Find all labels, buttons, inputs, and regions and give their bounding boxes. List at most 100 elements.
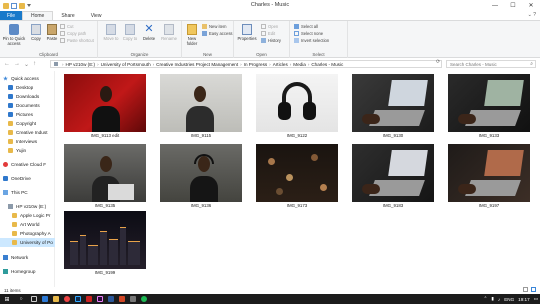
breadcrumb-university[interactable]: University of Portsmouth: [101, 62, 151, 67]
file-thumbnail[interactable]: IMG_9199: [64, 211, 146, 277]
close-button[interactable]: ✕: [522, 0, 540, 11]
paste-shortcut-button[interactable]: Paste shortcut: [60, 38, 94, 43]
cut-button[interactable]: Cut: [60, 24, 74, 29]
forward-arrow-icon[interactable]: →: [14, 61, 20, 68]
search-input[interactable]: [450, 61, 525, 67]
language-indicator[interactable]: ENG: [504, 297, 514, 302]
breadcrumb-creative-industries[interactable]: Creative Industries Project Management: [156, 62, 238, 67]
sidebar-item[interactable]: Documents: [0, 101, 55, 110]
sidebar-item[interactable]: Downloads: [0, 92, 55, 101]
sidebar-item[interactable]: Homegroup: [0, 267, 55, 276]
task-view-icon[interactable]: [28, 294, 39, 304]
folder-icon: [3, 2, 9, 9]
sidebar-item[interactable]: Quick access: [0, 74, 55, 83]
recent-chevron-icon[interactable]: ⌄: [24, 61, 29, 68]
copy-button[interactable]: Copy: [29, 24, 43, 41]
breadcrumb-in-progress[interactable]: In Progress: [244, 62, 268, 67]
premiere-icon[interactable]: [94, 294, 105, 304]
copy-to-button[interactable]: Copy to: [122, 24, 138, 41]
edge-icon[interactable]: [39, 294, 50, 304]
maximize-button[interactable]: ☐: [504, 0, 522, 11]
sidebar-item[interactable]: Copyright: [0, 119, 55, 128]
sidebar-item[interactable]: This PC: [0, 188, 55, 197]
file-thumbnail[interactable]: IMG_9133: [448, 74, 530, 140]
acrobat-icon[interactable]: [83, 294, 94, 304]
edit-button[interactable]: Edit: [261, 31, 275, 36]
minimize-button[interactable]: —: [486, 0, 504, 11]
clock[interactable]: 19:17: [518, 297, 530, 302]
select-all-button[interactable]: Select all: [294, 24, 318, 29]
sidebar-item[interactable]: Pictures: [0, 110, 55, 119]
sidebar-item[interactable]: Art World: [0, 220, 55, 229]
file-explorer-icon[interactable]: [50, 294, 61, 304]
open-button[interactable]: Open: [261, 24, 278, 29]
tab-share[interactable]: Share: [53, 11, 82, 20]
select-none-button[interactable]: Select none: [294, 31, 323, 36]
pin-quick-access-button[interactable]: Pin to Quick access: [2, 24, 26, 46]
breadcrumb-articles[interactable]: Articles: [273, 62, 288, 67]
powerpoint-icon[interactable]: [116, 294, 127, 304]
tab-file[interactable]: File: [0, 11, 22, 20]
chrome-icon[interactable]: [61, 294, 72, 304]
refresh-icon[interactable]: ⟳: [436, 59, 440, 65]
customize-toolbar-chevron-icon[interactable]: [27, 4, 31, 7]
new-folder-quick-icon[interactable]: [19, 2, 25, 9]
start-icon[interactable]: ⊞: [0, 294, 14, 304]
paste-button[interactable]: Paste: [45, 24, 59, 41]
sidebar-item[interactable]: Desktop: [0, 83, 55, 92]
sidebar-item[interactable]: Interviews: [0, 137, 55, 146]
back-arrow-icon[interactable]: ←: [4, 61, 10, 68]
details-view-icon[interactable]: [523, 287, 528, 292]
sidebar-item[interactable]: Network: [0, 253, 55, 262]
up-arrow-icon[interactable]: ↑: [33, 61, 36, 68]
copy-path-button[interactable]: Copy path: [60, 31, 86, 36]
search-box[interactable]: ⌕: [446, 60, 536, 68]
file-thumbnail[interactable]: IMG_9122: [256, 74, 338, 140]
file-thumbnail[interactable]: IMG_9115: [160, 74, 242, 140]
sidebar-item[interactable]: OneDrive: [0, 174, 55, 183]
taskbar-search-icon[interactable]: ○: [14, 294, 28, 304]
invert-selection-button[interactable]: Invert selection: [294, 38, 329, 43]
rename-button[interactable]: Rename: [160, 24, 178, 41]
history-button[interactable]: History: [261, 38, 281, 43]
file-thumbnail[interactable]: IMG_9135: [64, 144, 146, 210]
sidebar-item[interactable]: Creative Cloud F: [0, 160, 55, 169]
file-thumbnail[interactable]: IMG_9113 edit: [64, 74, 146, 140]
new-folder-button[interactable]: New folder: [184, 24, 200, 46]
tab-view[interactable]: View: [83, 11, 110, 20]
sidebar-item[interactable]: University of Po: [0, 238, 55, 247]
properties-quick-icon[interactable]: [11, 2, 17, 9]
breadcrumb-media[interactable]: Media: [293, 62, 306, 67]
file-thumbnail[interactable]: IMG_9130: [352, 74, 434, 140]
file-thumbnail[interactable]: IMG_9183: [352, 144, 434, 210]
delete-button[interactable]: ✕ Delete: [141, 24, 157, 42]
easy-access-button[interactable]: Easy access: [202, 31, 233, 36]
breadcrumb-drive[interactable]: HP v210w (E:): [66, 62, 96, 67]
notifications-icon[interactable]: ▭: [534, 296, 538, 302]
help-chevron-icon[interactable]: ⌄ ?: [528, 12, 536, 18]
sidebar-item[interactable]: HP v210w (E:): [0, 202, 55, 211]
view-toggles: [523, 287, 536, 292]
store-icon[interactable]: [127, 294, 138, 304]
file-thumbnail[interactable]: IMG_9173: [256, 144, 338, 210]
volume-icon[interactable]: ♪: [498, 297, 500, 302]
file-thumbnail[interactable]: IMG_9136: [160, 144, 242, 210]
spotify-icon[interactable]: [138, 294, 149, 304]
sidebar-item[interactable]: Creative Indust: [0, 128, 55, 137]
new-group: New folder New item Easy access New: [182, 21, 234, 58]
file-thumbnail[interactable]: IMG_9197: [448, 144, 530, 210]
large-icons-view-icon[interactable]: [531, 287, 536, 292]
breadcrumb-current[interactable]: Charles - Music: [311, 62, 343, 67]
photoshop-icon[interactable]: [72, 294, 83, 304]
network-tray-icon[interactable]: ▮: [491, 296, 494, 302]
move-to-button[interactable]: Move to: [103, 24, 119, 41]
sidebar-item[interactable]: Photography A: [0, 229, 55, 238]
sidebar-item[interactable]: Apple Logic Pr: [0, 211, 55, 220]
properties-button[interactable]: Properties: [237, 24, 257, 41]
tray-chevron-icon[interactable]: ⌃: [484, 296, 488, 302]
sidebar-item[interactable]: Yujin: [0, 146, 55, 155]
new-item-button[interactable]: New item: [202, 24, 226, 29]
tab-home[interactable]: Home: [22, 11, 54, 20]
address-bar[interactable]: › HP v210w (E:) › University of Portsmou…: [50, 60, 442, 68]
word-icon[interactable]: [105, 294, 116, 304]
